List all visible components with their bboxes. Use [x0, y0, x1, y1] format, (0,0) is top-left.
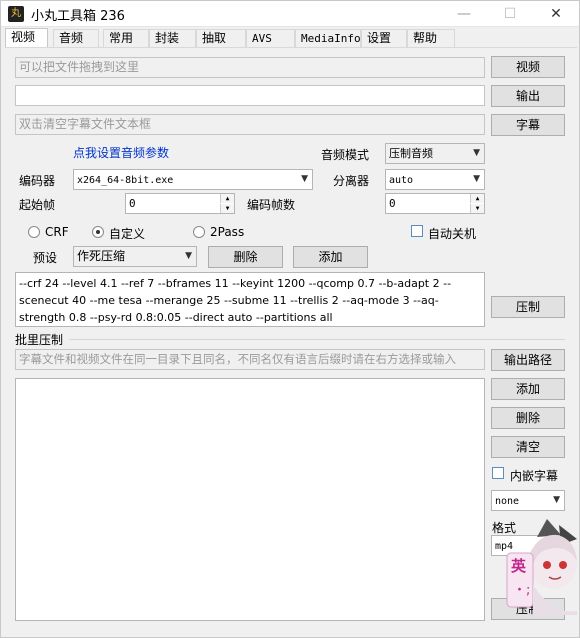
output-file-field[interactable] — [15, 85, 485, 106]
chevron-down-icon: ▼ — [473, 148, 480, 158]
video-select-button[interactable]: 视频 — [491, 56, 565, 78]
encode-frames-value: 0 — [389, 197, 396, 210]
minimize-button[interactable]: — — [441, 1, 487, 27]
ime-punct: ・; — [513, 583, 531, 598]
batch-encode-label: 批里压制 — [15, 333, 64, 347]
tab-audio[interactable]: 音频 — [53, 29, 99, 48]
auto-shutdown-label: 自动关机 — [428, 227, 477, 241]
mascot-widget[interactable]: 英 ・; — [503, 515, 579, 615]
preset-value: 作死压缩 — [77, 249, 126, 263]
embed-subtitle-checkbox[interactable] — [492, 467, 504, 479]
auto-shutdown-checkbox[interactable] — [411, 225, 423, 237]
tab-extract[interactable]: 抽取 — [196, 29, 246, 48]
tab-video[interactable]: 视频 — [5, 28, 48, 49]
chevron-down-icon: ▼ — [553, 495, 560, 505]
embed-subtitle-label: 内嵌字幕 — [510, 469, 559, 483]
preset-select[interactable]: 作死压缩 ▼ — [73, 246, 197, 267]
chevron-down-icon: ▼ — [185, 251, 192, 261]
spin-up-icon[interactable]: ▲ — [470, 194, 484, 203]
spin-up-icon[interactable]: ▲ — [220, 194, 234, 203]
encoder-value: x264_64-8bit.exe — [77, 175, 174, 186]
start-frame-value: 0 — [129, 197, 136, 210]
chevron-down-icon: ▼ — [301, 174, 308, 184]
demuxer-value: auto — [389, 175, 414, 186]
maximize-button[interactable]: ☐ — [487, 1, 533, 27]
tab-mediainfo[interactable]: MediaInfo — [295, 29, 361, 48]
tab-bar: 视频 音频 常用 封装 抽取 AVS MediaInfo 设置 帮助 — [5, 28, 455, 49]
output-select-button[interactable]: 输出 — [491, 85, 565, 107]
delete-preset-button[interactable]: 删除 — [208, 246, 283, 268]
tab-common[interactable]: 常用 — [103, 29, 149, 48]
add-preset-button[interactable]: 添加 — [293, 246, 368, 268]
custom-radio[interactable] — [92, 226, 104, 238]
video-input-field[interactable]: 可以把文件拖拽到这里 — [15, 57, 485, 78]
demuxer-label: 分离器 — [333, 174, 370, 188]
chevron-down-icon: ▼ — [473, 174, 480, 184]
tab-avs[interactable]: AVS — [246, 29, 295, 48]
main-window: 丸 小丸工具箱 236 — ☐ ✕ 视频 音频 常用 封装 抽取 AVS Med… — [0, 0, 580, 638]
subtitle-lang-select[interactable]: none ▼ — [491, 490, 565, 511]
batch-divider — [69, 339, 565, 340]
twopass-label: 2Pass — [210, 225, 245, 239]
start-frame-label: 起始帧 — [19, 198, 56, 212]
output-path-button[interactable]: 输出路径 — [491, 349, 565, 371]
audio-mode-label: 音频模式 — [321, 148, 370, 162]
batch-add-button[interactable]: 添加 — [491, 378, 565, 400]
spin-down-icon[interactable]: ▼ — [220, 204, 234, 213]
demuxer-select[interactable]: auto ▼ — [385, 169, 485, 190]
encode-button[interactable]: 压制 — [491, 296, 565, 318]
encode-frames-label: 编码帧数 — [247, 198, 296, 212]
subtitle-select-button[interactable]: 字幕 — [491, 114, 565, 136]
video-tab-panel: 可以把文件拖拽到这里 视频 输出 双击清空字幕文件文本框 字幕 点我设置音频参数… — [5, 47, 577, 637]
custom-label: 自定义 — [109, 227, 146, 241]
start-frame-spinner[interactable]: 0 ▲ ▼ — [125, 193, 235, 214]
audio-params-link[interactable]: 点我设置音频参数 — [73, 144, 169, 161]
app-logo-icon: 丸 — [8, 6, 24, 22]
tab-mux[interactable]: 封装 — [149, 29, 196, 48]
subtitle-lang-value: none — [495, 496, 520, 507]
batch-clear-button[interactable]: 清空 — [491, 436, 565, 458]
x264-params-textarea[interactable]: --crf 24 --level 4.1 --ref 7 --bframes 1… — [15, 272, 485, 327]
batch-file-list[interactable] — [15, 378, 485, 621]
audio-mode-select[interactable]: 压制音频 ▼ — [385, 143, 485, 164]
encode-frames-spinner[interactable]: 0 ▲ ▼ — [385, 193, 485, 214]
crf-label: CRF — [45, 225, 69, 239]
spin-down-icon[interactable]: ▼ — [470, 204, 484, 213]
subtitle-field[interactable]: 双击清空字幕文件文本框 — [15, 114, 485, 135]
ime-badge: 英 — [511, 557, 527, 575]
batch-delete-button[interactable]: 删除 — [491, 407, 565, 429]
encoder-select[interactable]: x264_64-8bit.exe ▼ — [73, 169, 313, 190]
batch-hint-field[interactable]: 字幕文件和视频文件在同一目录下且同名，不同名仅有语言后缀时请在右方选择或输入 — [15, 349, 485, 370]
close-button[interactable]: ✕ — [533, 1, 579, 27]
title-bar: 丸 小丸工具箱 236 — ☐ ✕ — [1, 1, 579, 27]
tab-settings[interactable]: 设置 — [361, 29, 407, 48]
twopass-radio[interactable] — [193, 226, 205, 238]
audio-mode-value: 压制音频 — [389, 147, 433, 160]
crf-radio[interactable] — [28, 226, 40, 238]
window-title: 小丸工具箱 236 — [31, 9, 125, 24]
tab-help[interactable]: 帮助 — [407, 29, 455, 48]
preset-label: 预设 — [33, 251, 58, 265]
encoder-label: 编码器 — [19, 174, 56, 188]
